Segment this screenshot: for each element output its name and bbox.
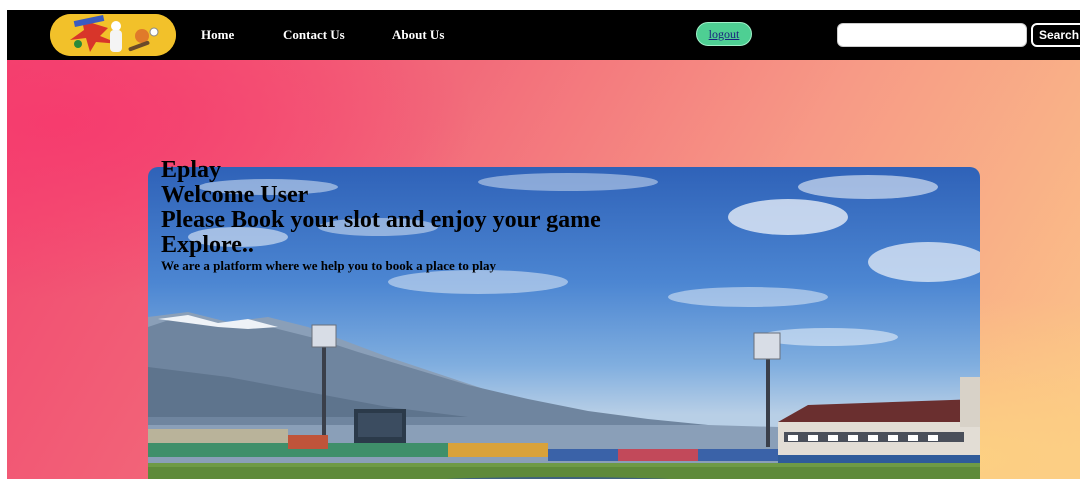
navbar: Home Contact Us About Us logout Search (7, 10, 1080, 60)
nav-link-contact-us[interactable]: Contact Us (283, 27, 345, 43)
nav-link-about-us[interactable]: About Us (392, 27, 444, 43)
sports-logo-icon (50, 14, 176, 56)
search-input[interactable] (837, 23, 1027, 47)
hero-welcome-text: Welcome User (161, 182, 309, 208)
page: Home Contact Us About Us logout Search E… (7, 10, 1080, 479)
hero-section: Eplay Welcome User Please Book your slot… (7, 60, 1080, 479)
hero-text-block: Eplay Welcome User Please Book your slot… (161, 158, 601, 274)
nav-link-home[interactable]: Home (201, 27, 234, 43)
logout-button[interactable]: logout (696, 22, 752, 46)
search-button[interactable]: Search (1031, 23, 1080, 47)
hero-explore-text: Explore.. (161, 232, 254, 258)
hero-subtitle: We are a platform where we help you to b… (161, 258, 496, 273)
logo[interactable] (50, 14, 176, 56)
hero-book-slot-text: Please Book your slot and enjoy your gam… (161, 207, 601, 233)
hero-brand-title: Eplay (161, 157, 222, 183)
